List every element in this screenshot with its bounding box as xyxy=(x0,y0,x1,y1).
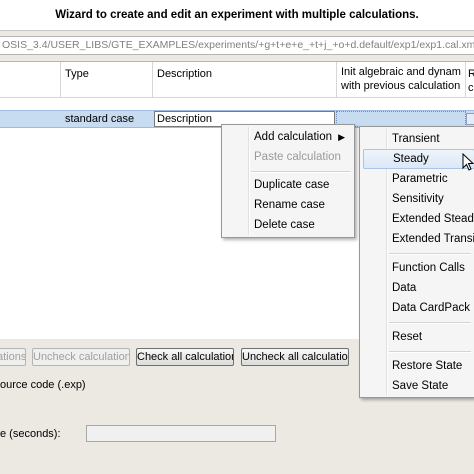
menu-separator xyxy=(389,322,471,324)
row-type: standard case xyxy=(65,113,135,125)
context-menu: Add calculation ▶ Paste calculation Dupl… xyxy=(221,124,355,238)
column-header-description[interactable]: Description xyxy=(153,62,337,98)
time-seconds-label: e (seconds): xyxy=(0,428,61,440)
check-all-calculations-button[interactable]: Check all calculations xyxy=(136,348,234,366)
window-title: Wizard to create and edit an experiment … xyxy=(0,0,474,31)
time-seconds-input[interactable] xyxy=(86,425,276,442)
menu-item-data[interactable]: Data xyxy=(363,278,474,298)
menu-item-paste-calculation[interactable]: Paste calculation xyxy=(225,147,353,167)
menu-item-function-calls[interactable]: Function Calls xyxy=(363,258,474,278)
menu-separator xyxy=(251,171,351,173)
menu-item-rename-case[interactable]: Rename case xyxy=(225,195,353,215)
menu-item-label: Add calculation xyxy=(254,131,332,143)
menu-item-add-calculation[interactable]: Add calculation ▶ xyxy=(225,127,353,147)
file-path: OSIS_3.4/USER_LIBS/GTE_EXAMPLES/experime… xyxy=(0,36,474,55)
menu-separator xyxy=(389,351,471,353)
menu-item-duplicate-case[interactable]: Duplicate case xyxy=(225,175,353,195)
menu-item-save-state[interactable]: Save State xyxy=(363,376,474,396)
menu-item-extended-steady[interactable]: Extended Steady xyxy=(363,209,474,229)
column-header-blank[interactable] xyxy=(0,62,61,98)
menu-item-sensitivity[interactable]: Sensitivity xyxy=(363,189,474,209)
menu-item-steady[interactable]: Steady xyxy=(363,149,474,169)
menu-item-parametric[interactable]: Parametric xyxy=(363,169,474,189)
add-calculation-submenu: Transient Steady Parametric Sensitivity … xyxy=(359,126,474,398)
menu-item-data-cardpack[interactable]: Data CardPack xyxy=(363,298,474,318)
column-header-type[interactable]: Type xyxy=(61,62,153,98)
partial-button[interactable]: ations xyxy=(0,348,26,366)
column-header-init[interactable]: Init algebraic and dynam with previous c… xyxy=(337,62,466,98)
menu-item-transient[interactable]: Transient xyxy=(363,129,474,149)
source-code-label: ource code (.exp) xyxy=(0,379,86,391)
uncheck-all-calculations-button[interactable]: Uncheck all calculations xyxy=(241,348,349,366)
column-header-r[interactable]: R c xyxy=(466,62,474,98)
submenu-arrow-icon: ▶ xyxy=(338,132,345,142)
row-init-cell[interactable] xyxy=(336,111,466,127)
menu-item-delete-case[interactable]: Delete case xyxy=(225,215,353,235)
menu-item-reset[interactable]: Reset xyxy=(363,327,474,347)
menu-item-extended-transient[interactable]: Extended Transient xyxy=(363,229,474,249)
row-checkbox[interactable] xyxy=(466,113,474,125)
menu-separator xyxy=(389,253,471,255)
menu-item-restore-state[interactable]: Restore State xyxy=(363,356,474,376)
uncheck-calculations-button[interactable]: Uncheck calculations xyxy=(32,348,130,366)
mouse-pointer-icon xyxy=(462,153,474,171)
